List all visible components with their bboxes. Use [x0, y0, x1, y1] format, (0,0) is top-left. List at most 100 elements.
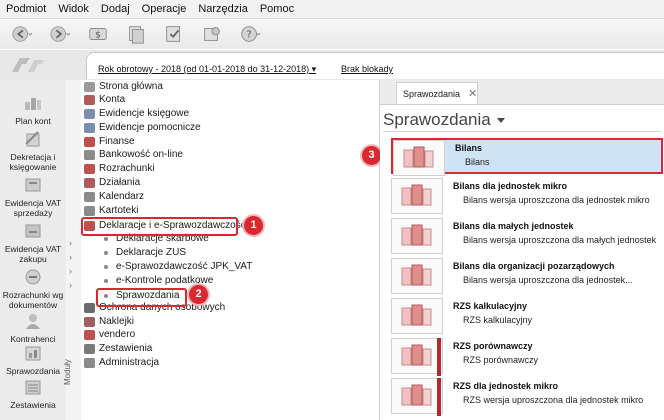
tab-sprawozdania[interactable]: Sprawozdania ✕ [396, 82, 478, 104]
report-stack-icon [401, 304, 432, 326]
money-button[interactable]: $ [84, 22, 112, 46]
report-card[interactable]: Bilans dla małych jednostek Bilans wersja… [391, 218, 663, 254]
tree-node-icon [84, 357, 95, 368]
tree-item[interactable]: Ewidencje księgowe [84, 108, 189, 119]
tree-item[interactable]: Działania [84, 177, 140, 188]
report-stack-icon [401, 264, 432, 286]
report-title: RZS porównawczy [453, 341, 533, 351]
nav-vat-zakupu[interactable]: Ewidencja VAT zakupu [0, 222, 66, 264]
tree-item[interactable]: Rozrachunki [84, 163, 155, 174]
check-doc-icon [166, 26, 180, 42]
help-button[interactable]: ? [236, 22, 264, 46]
fiscal-year-selector[interactable]: Rok obrotowy - 2018 (od 01-01-2018 do 31… [98, 64, 316, 75]
report-subtitle: Bilans wersja uproszczona dla jednostek … [463, 195, 650, 205]
report-card[interactable]: Bilans dla jednostek mikro Bilans wersja … [391, 178, 663, 214]
nav-dekretacja[interactable]: Dekretacja i księgowanie [0, 130, 66, 172]
bullet-icon [104, 250, 108, 255]
chart-of-accounts-icon [25, 98, 41, 110]
tree-item-label: Strona główna [99, 81, 163, 92]
nav-label: Ewidencja VAT sprzedaży [4, 198, 62, 218]
menu-operacje[interactable]: Operacje [136, 3, 193, 15]
tree-node-icon [84, 191, 95, 202]
contractors-icon [26, 314, 40, 329]
bullet-icon [104, 264, 108, 269]
report-stack-icon [401, 344, 432, 366]
vat-sales-icon [25, 178, 41, 192]
check-doc-button[interactable] [160, 22, 188, 46]
callout-number-3: 3 [362, 146, 381, 165]
chevron-down-icon[interactable] [497, 118, 505, 123]
tree-item[interactable]: e-Sprawozdawczość JPK_VAT [104, 261, 252, 272]
tree-item[interactable]: Bankowość on-line [84, 149, 183, 160]
report-card[interactable]: Bilans Bilans [391, 138, 663, 176]
tree-item-label: Naklejki [99, 316, 135, 327]
tree-node-icon [84, 136, 95, 147]
tree-item[interactable]: Zestawienia [84, 343, 152, 354]
tree-item-label: Bankowość on-line [99, 149, 183, 160]
tree-item-label: Zestawienia [99, 343, 153, 354]
report-card[interactable]: RZS porównawczy RZS porównawczy [391, 338, 663, 374]
report-subtitle: Bilans wersja uproszczona dla małych jed… [463, 235, 657, 245]
tree-node-icon [84, 149, 95, 160]
report-title: RZS kalkulacyjny [453, 301, 528, 311]
tree-item[interactable]: Deklaracje ZUS [104, 247, 186, 258]
report-title: Bilans dla organizacji pozarządowych [453, 261, 615, 271]
tree-item[interactable]: Kartoteki [84, 205, 138, 216]
menu-dodaj[interactable]: Dodaj [95, 3, 136, 15]
fiscal-year-label: Rok obrotowy - 2018 (od 01-01-2018 do 31… [98, 64, 310, 74]
page-title[interactable]: Sprawozdania [383, 110, 491, 130]
tree-item[interactable]: Ewidencje pomocnicze [84, 122, 201, 133]
tree-item[interactable]: Finanse [84, 136, 135, 147]
tree-item[interactable]: Konta [84, 94, 125, 105]
strip-arrows-icon[interactable]: › › › › [69, 236, 72, 292]
report-subtitle: Bilans wersja uproszczona dla jednostek.… [463, 275, 633, 285]
nav-label: Kontrahenci [10, 334, 56, 344]
report-subtitle: RZS porównawczy [463, 355, 539, 365]
report-card[interactable]: RZS dla jednostek mikro RZS wersja uprosz… [391, 378, 663, 414]
tree-item[interactable]: Naklejki [84, 316, 134, 327]
nav-sprawozdania[interactable]: Sprawozdania [0, 344, 66, 376]
report-stack-icon [403, 146, 434, 168]
report-card[interactable]: RZS kalkulacyjny RZS kalkulacyjny [391, 298, 663, 334]
report-thumbnail [391, 258, 443, 294]
locks-link[interactable]: Brak blokady [341, 64, 393, 74]
nav-label: Zestawienia [10, 400, 56, 410]
report-card[interactable]: Bilans dla organizacji pozarządowych Bila… [391, 258, 663, 294]
nav-kontrahenci[interactable]: Kontrahenci [0, 312, 66, 344]
tree-item-label: vendero [99, 329, 136, 340]
report-stack-icon [401, 384, 432, 406]
tab-label: Sprawozdania [403, 88, 461, 99]
tree-item-label: Działania [99, 177, 141, 188]
close-icon[interactable]: ✕ [468, 87, 477, 100]
tree-item[interactable]: Kalendarz [84, 191, 144, 202]
nav-zestawienia[interactable]: Zestawienia [0, 378, 66, 410]
status-marker [437, 338, 441, 376]
toolbar: $ ? [0, 19, 664, 49]
title-divider [383, 131, 661, 132]
bullet-icon [104, 236, 108, 241]
tree-item[interactable]: vendero [84, 329, 135, 340]
menu-podmiot[interactable]: Podmiot [0, 3, 52, 15]
report-thumbnail [393, 140, 445, 176]
vat-purchase-icon [25, 224, 41, 238]
menu-pomoc[interactable]: Pomoc [254, 3, 300, 15]
stamp-button[interactable] [198, 22, 226, 46]
callout-box-2 [96, 288, 187, 307]
menu-narzedzia[interactable]: Narzędzia [192, 3, 254, 15]
tree-node-icon [84, 177, 95, 188]
callout-number-2: 2 [189, 285, 208, 304]
tree-item-label: Kalendarz [99, 191, 145, 202]
tree-item[interactable]: Strona główna [84, 81, 163, 92]
statements-icon [25, 380, 41, 395]
nav-rozrachunki[interactable]: Rozrachunki wg dokumentów [0, 268, 66, 310]
posting-icon [25, 131, 40, 147]
nav-plan-kont[interactable]: Plan kont [0, 94, 66, 126]
forward-button[interactable] [46, 22, 74, 46]
menu-widok[interactable]: Widok [52, 3, 95, 15]
tree-item[interactable]: Administracja [84, 357, 159, 368]
back-button[interactable] [8, 22, 36, 46]
documents-icon [129, 26, 144, 44]
nav-vat-sprzedazy[interactable]: Ewidencja VAT sprzedaży [0, 176, 66, 218]
tree-item-label: Ewidencje pomocnicze [99, 122, 201, 133]
documents-button[interactable] [122, 22, 150, 46]
